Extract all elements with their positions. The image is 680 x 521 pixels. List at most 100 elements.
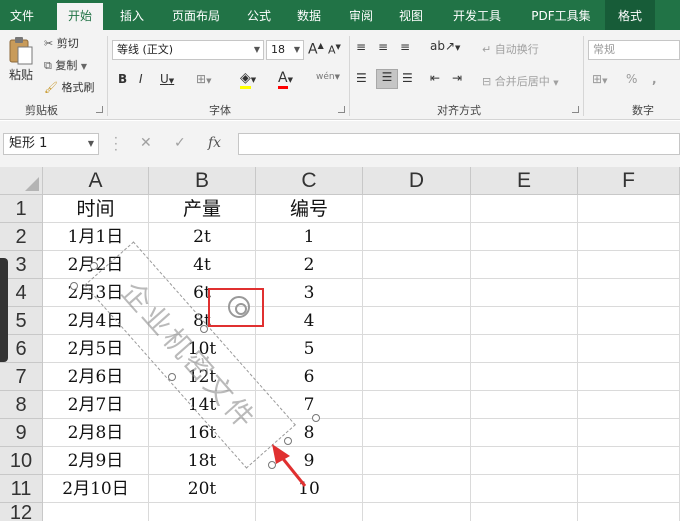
paste-button[interactable]: 粘贴	[4, 36, 38, 94]
cell[interactable]	[256, 503, 363, 521]
cell[interactable]	[578, 363, 680, 391]
align-left-icon[interactable]: ☰	[356, 71, 367, 85]
cell[interactable]	[578, 503, 680, 521]
row-header[interactable]: 9	[0, 419, 43, 447]
italic-button[interactable]: I	[139, 72, 143, 86]
cell[interactable]	[471, 279, 578, 307]
column-header[interactable]: D	[363, 167, 471, 195]
cell[interactable]: 2月8日	[43, 419, 149, 447]
cell[interactable]: 10	[256, 475, 363, 503]
resize-handle[interactable]	[70, 282, 78, 290]
row-header[interactable]: 1	[0, 195, 43, 223]
cell[interactable]: 1	[256, 223, 363, 251]
clipboard-launcher-icon[interactable]	[96, 106, 103, 113]
cell[interactable]	[363, 503, 471, 521]
enter-icon[interactable]: ✓	[174, 135, 186, 151]
cell[interactable]	[43, 503, 149, 521]
merge-center-button[interactable]: ⊟ 合并后居中 ▼	[482, 73, 559, 89]
resize-handle[interactable]	[284, 437, 292, 445]
cell[interactable]	[578, 195, 680, 223]
resize-handle[interactable]	[268, 461, 276, 469]
tab-3[interactable]: 页面布局	[160, 0, 232, 30]
number-format-select[interactable]: 常规	[588, 40, 680, 60]
align-middle-icon[interactable]: ≡	[378, 40, 388, 54]
cell[interactable]	[363, 447, 471, 475]
cell[interactable]: 2t	[149, 223, 256, 251]
cut-button[interactable]: ✂ 剪切	[44, 35, 79, 51]
font-color-button[interactable]: A▼	[278, 70, 293, 89]
cell[interactable]: 2	[256, 251, 363, 279]
percent-button[interactable]: %	[626, 72, 637, 86]
tab-6[interactable]: 审阅	[338, 0, 384, 30]
comma-button[interactable]: ,	[652, 72, 657, 86]
cell[interactable]	[471, 475, 578, 503]
decrease-indent-icon[interactable]: ⇤	[430, 71, 440, 85]
tab-10[interactable]: 格式	[605, 0, 655, 30]
cell[interactable]: 6	[256, 363, 363, 391]
cell[interactable]: 2月9日	[43, 447, 149, 475]
font-name-select[interactable]: 等线 (正文) ▼	[112, 40, 264, 60]
bold-button[interactable]: B	[118, 72, 127, 86]
cell[interactable]: 4	[256, 307, 363, 335]
cell[interactable]	[471, 251, 578, 279]
cell[interactable]	[578, 223, 680, 251]
alignment-launcher-icon[interactable]	[572, 106, 579, 113]
resize-handle[interactable]	[90, 262, 98, 270]
cell[interactable]	[363, 223, 471, 251]
font-launcher-icon[interactable]	[338, 106, 345, 113]
align-center-icon[interactable]: ☰	[376, 69, 398, 89]
column-header[interactable]: C	[256, 167, 363, 195]
borders-button[interactable]: ⊞▼	[196, 72, 211, 86]
row-header[interactable]: 11	[0, 475, 43, 503]
increase-indent-icon[interactable]: ⇥	[452, 71, 462, 85]
cell[interactable]	[363, 195, 471, 223]
cell[interactable]	[578, 419, 680, 447]
cell[interactable]: 4t	[149, 251, 256, 279]
row-header[interactable]: 10	[0, 447, 43, 475]
underline-button[interactable]: U▼	[160, 72, 174, 86]
cell[interactable]	[578, 447, 680, 475]
currency-icon[interactable]: ⊞▼	[592, 72, 607, 86]
tab-4[interactable]: 公式	[236, 0, 282, 30]
resize-handle[interactable]	[168, 373, 176, 381]
cell[interactable]: 2月7日	[43, 391, 149, 419]
resize-handle[interactable]	[200, 325, 208, 333]
cell[interactable]	[149, 503, 256, 521]
row-header[interactable]: 2	[0, 223, 43, 251]
cell[interactable]	[471, 363, 578, 391]
column-header[interactable]: B	[149, 167, 256, 195]
cell[interactable]	[363, 251, 471, 279]
cell[interactable]	[363, 279, 471, 307]
tab-5[interactable]: 数据	[286, 0, 332, 30]
copy-button[interactable]: ⧉ 复制 ▼	[44, 57, 87, 73]
cell[interactable]	[471, 223, 578, 251]
cell[interactable]	[363, 475, 471, 503]
tab-2[interactable]: 插入	[110, 0, 154, 30]
format-painter-button[interactable]: 🖌 格式刷	[44, 79, 94, 95]
cell[interactable]	[363, 363, 471, 391]
cell[interactable]	[578, 335, 680, 363]
row-header[interactable]: 8	[0, 391, 43, 419]
column-header[interactable]: A	[43, 167, 149, 195]
tab-8[interactable]: 开发工具	[441, 0, 513, 30]
cell[interactable]	[578, 251, 680, 279]
font-size-select[interactable]: 18 ▼	[266, 40, 304, 60]
cell[interactable]	[471, 447, 578, 475]
resize-handle[interactable]	[312, 414, 320, 422]
column-header[interactable]: E	[471, 167, 578, 195]
cell[interactable]	[578, 279, 680, 307]
cell[interactable]: 产量	[149, 195, 256, 223]
fill-color-button[interactable]: ◈▼	[240, 70, 256, 89]
cell[interactable]	[471, 335, 578, 363]
shrink-font-button[interactable]: A▼	[328, 43, 341, 57]
wrap-text-button[interactable]: ↵ 自动换行	[482, 41, 539, 57]
cell[interactable]	[471, 419, 578, 447]
insert-function-icon[interactable]: fx	[208, 135, 221, 151]
cell[interactable]	[471, 195, 578, 223]
tab-0[interactable]: 文件	[0, 0, 44, 30]
column-header[interactable]: F	[578, 167, 680, 195]
formula-input[interactable]	[238, 133, 680, 155]
cancel-icon[interactable]: ✕	[140, 135, 152, 151]
select-all-button[interactable]	[0, 167, 43, 195]
cell[interactable]	[578, 391, 680, 419]
